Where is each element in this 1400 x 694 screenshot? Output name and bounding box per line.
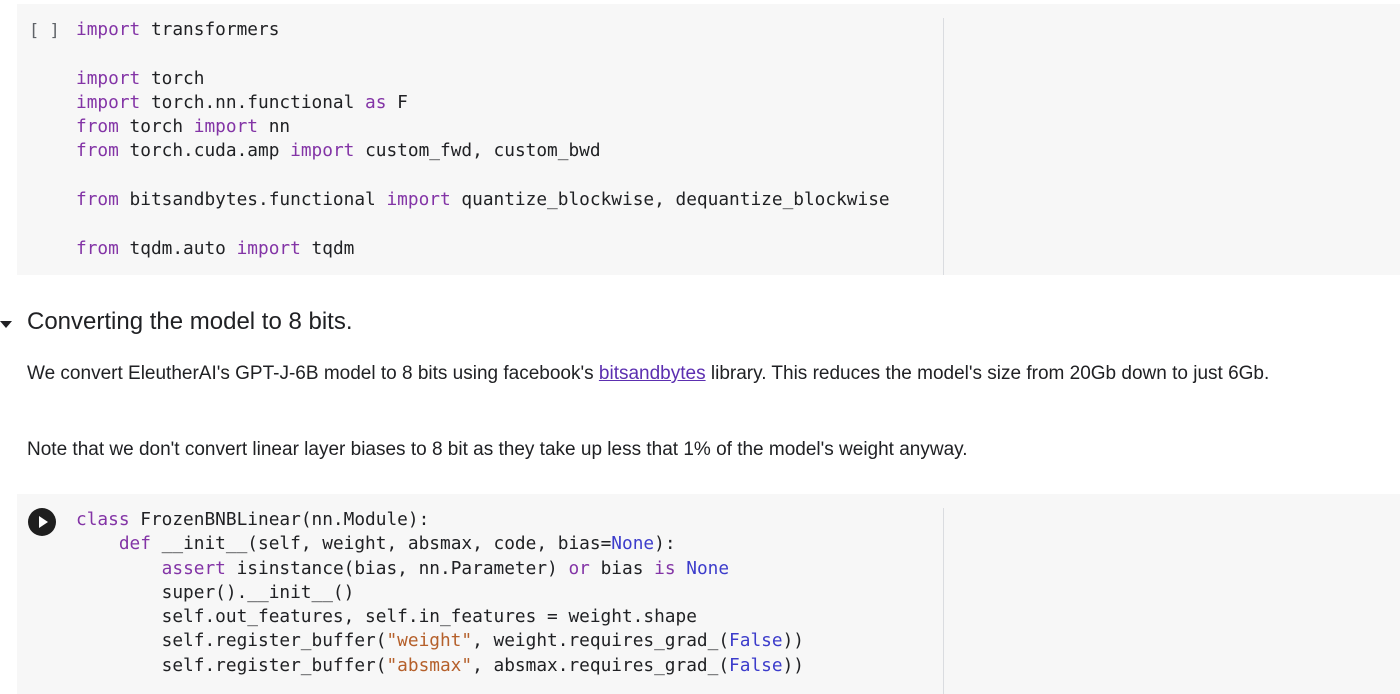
code-line: import torch [76,67,205,89]
section-heading: Converting the model to 8 bits. [27,308,353,335]
code-line: def __init__(self, weight, absmax, code,… [118,533,676,555]
code-editor[interactable]: class FrozenBNBLinear(nn.Module): def __… [76,508,804,678]
code-line: from torch import nn [76,116,291,138]
code-line: class FrozenBNBLinear(nn.Module): [76,509,430,530]
cell-output-divider [943,508,944,694]
text-paragraph: We convert EleutherAI's GPT-J-6B model t… [27,357,1347,391]
code-line: self.register_buffer("absmax", absmax.re… [76,654,804,676]
code-line: import torch.nn.functional as F [76,91,408,113]
code-line: super().__init__() [76,581,355,603]
code-line: self.out_features, self.in_features = we… [76,606,697,628]
cell-run-indicator[interactable]: [ ] [29,21,60,41]
run-cell-button[interactable] [28,508,56,536]
para-text: library. This reduces the model's size f… [705,363,1270,384]
code-line: import transformers [76,19,280,40]
code-line: assert isinstance(bias, nn.Parameter) or… [161,557,730,579]
collapse-section-icon[interactable] [0,321,12,328]
text-paragraph: Note that we don't convert linear layer … [27,439,968,460]
code-cell-frozen-bnb-linear[interactable]: class FrozenBNBLinear(nn.Module): def __… [17,494,1400,694]
cell-output-divider [943,18,944,275]
code-line: from torch.cuda.amp import custom_fwd, c… [76,140,601,162]
para-text: We convert EleutherAI's GPT-J-6B model t… [27,363,599,384]
code-cell-imports[interactable]: [ ] import transformers import torch imp… [17,4,1400,275]
code-editor[interactable]: import transformers import torch import … [76,18,890,261]
code-line: from bitsandbytes.functional import quan… [76,189,890,211]
bitsandbytes-link[interactable]: bitsandbytes [599,363,706,384]
code-line: self.register_buffer("weight", weight.re… [76,630,804,652]
code-line: from tqdm.auto import tqdm [76,237,355,259]
